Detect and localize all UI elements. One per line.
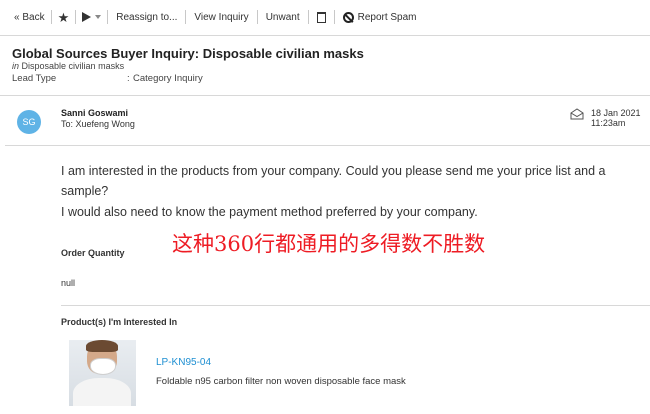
- message-time: 11:23am: [591, 118, 626, 128]
- lead-type-value: Category Inquiry: [133, 73, 203, 84]
- trash-icon: [316, 11, 326, 23]
- product-image-shoulders: [73, 378, 131, 406]
- back-button[interactable]: « Back: [0, 9, 51, 25]
- product-image-hair: [86, 340, 118, 352]
- lead-type-label: Lead Type: [12, 73, 57, 84]
- tag-icon: [82, 12, 92, 22]
- avatar: SG: [17, 110, 41, 134]
- overlay-caption: 这种360行都通用的多得数不胜数: [172, 232, 486, 256]
- products-label: Product(s) I'm Interested In: [61, 317, 178, 327]
- message-body: I am interested in the products from you…: [61, 161, 641, 222]
- product-image-mask: [90, 358, 116, 375]
- envelope-open-icon: [570, 108, 584, 120]
- message-line: I would also need to know the payment me…: [61, 204, 478, 219]
- star-icon: ★: [57, 9, 70, 25]
- product-image[interactable]: [69, 340, 136, 406]
- tag-dropdown[interactable]: [76, 9, 107, 25]
- product-code-link[interactable]: LP-KN95-04: [156, 357, 211, 368]
- divider: [0, 35, 650, 36]
- lead-type-colon: :: [127, 73, 130, 84]
- view-inquiry-button[interactable]: View Inquiry: [186, 9, 256, 25]
- ban-icon: [342, 11, 354, 23]
- toolbar: « Back ★ Reassign to... View Inquiry Unw…: [0, 0, 650, 34]
- order-quantity-label: Order Quantity: [61, 248, 125, 258]
- category-line: in Disposable civilian masks: [12, 61, 124, 71]
- divider: [5, 145, 650, 146]
- report-spam-button-label: Report Spam: [357, 11, 417, 23]
- order-quantity-value: null: [61, 278, 76, 288]
- category-prefix: in: [12, 61, 20, 71]
- product-description: Foldable n95 carbon filter non woven dis…: [156, 376, 406, 387]
- unwant-button[interactable]: Unwant: [258, 9, 308, 25]
- page-title: Global Sources Buyer Inquiry: Disposable…: [12, 46, 364, 61]
- report-spam-button[interactable]: Report Spam: [335, 9, 425, 25]
- back-button-label: « Back: [14, 11, 45, 23]
- chevron-down-icon: [95, 15, 102, 19]
- view-inquiry-button-label: View Inquiry: [194, 11, 249, 23]
- unwant-button-label: Unwant: [265, 11, 300, 23]
- recipient: To: Xuefeng Wong: [61, 119, 135, 129]
- message-line: sample?: [61, 184, 109, 199]
- category-name: Disposable civilian masks: [21, 61, 125, 71]
- message-timestamp: 18 Jan 2021 11:23am: [591, 108, 641, 128]
- reassign-button[interactable]: Reassign to...: [108, 9, 185, 25]
- message-date: 18 Jan 2021: [591, 108, 641, 118]
- sender-name: Sanni Goswami: [61, 108, 129, 118]
- star-button[interactable]: ★: [52, 9, 76, 25]
- divider: [61, 305, 650, 306]
- reassign-button-label: Reassign to...: [116, 11, 178, 23]
- divider: [0, 95, 650, 96]
- delete-button[interactable]: [309, 9, 334, 25]
- message-line: I am interested in the products from you…: [61, 164, 606, 178]
